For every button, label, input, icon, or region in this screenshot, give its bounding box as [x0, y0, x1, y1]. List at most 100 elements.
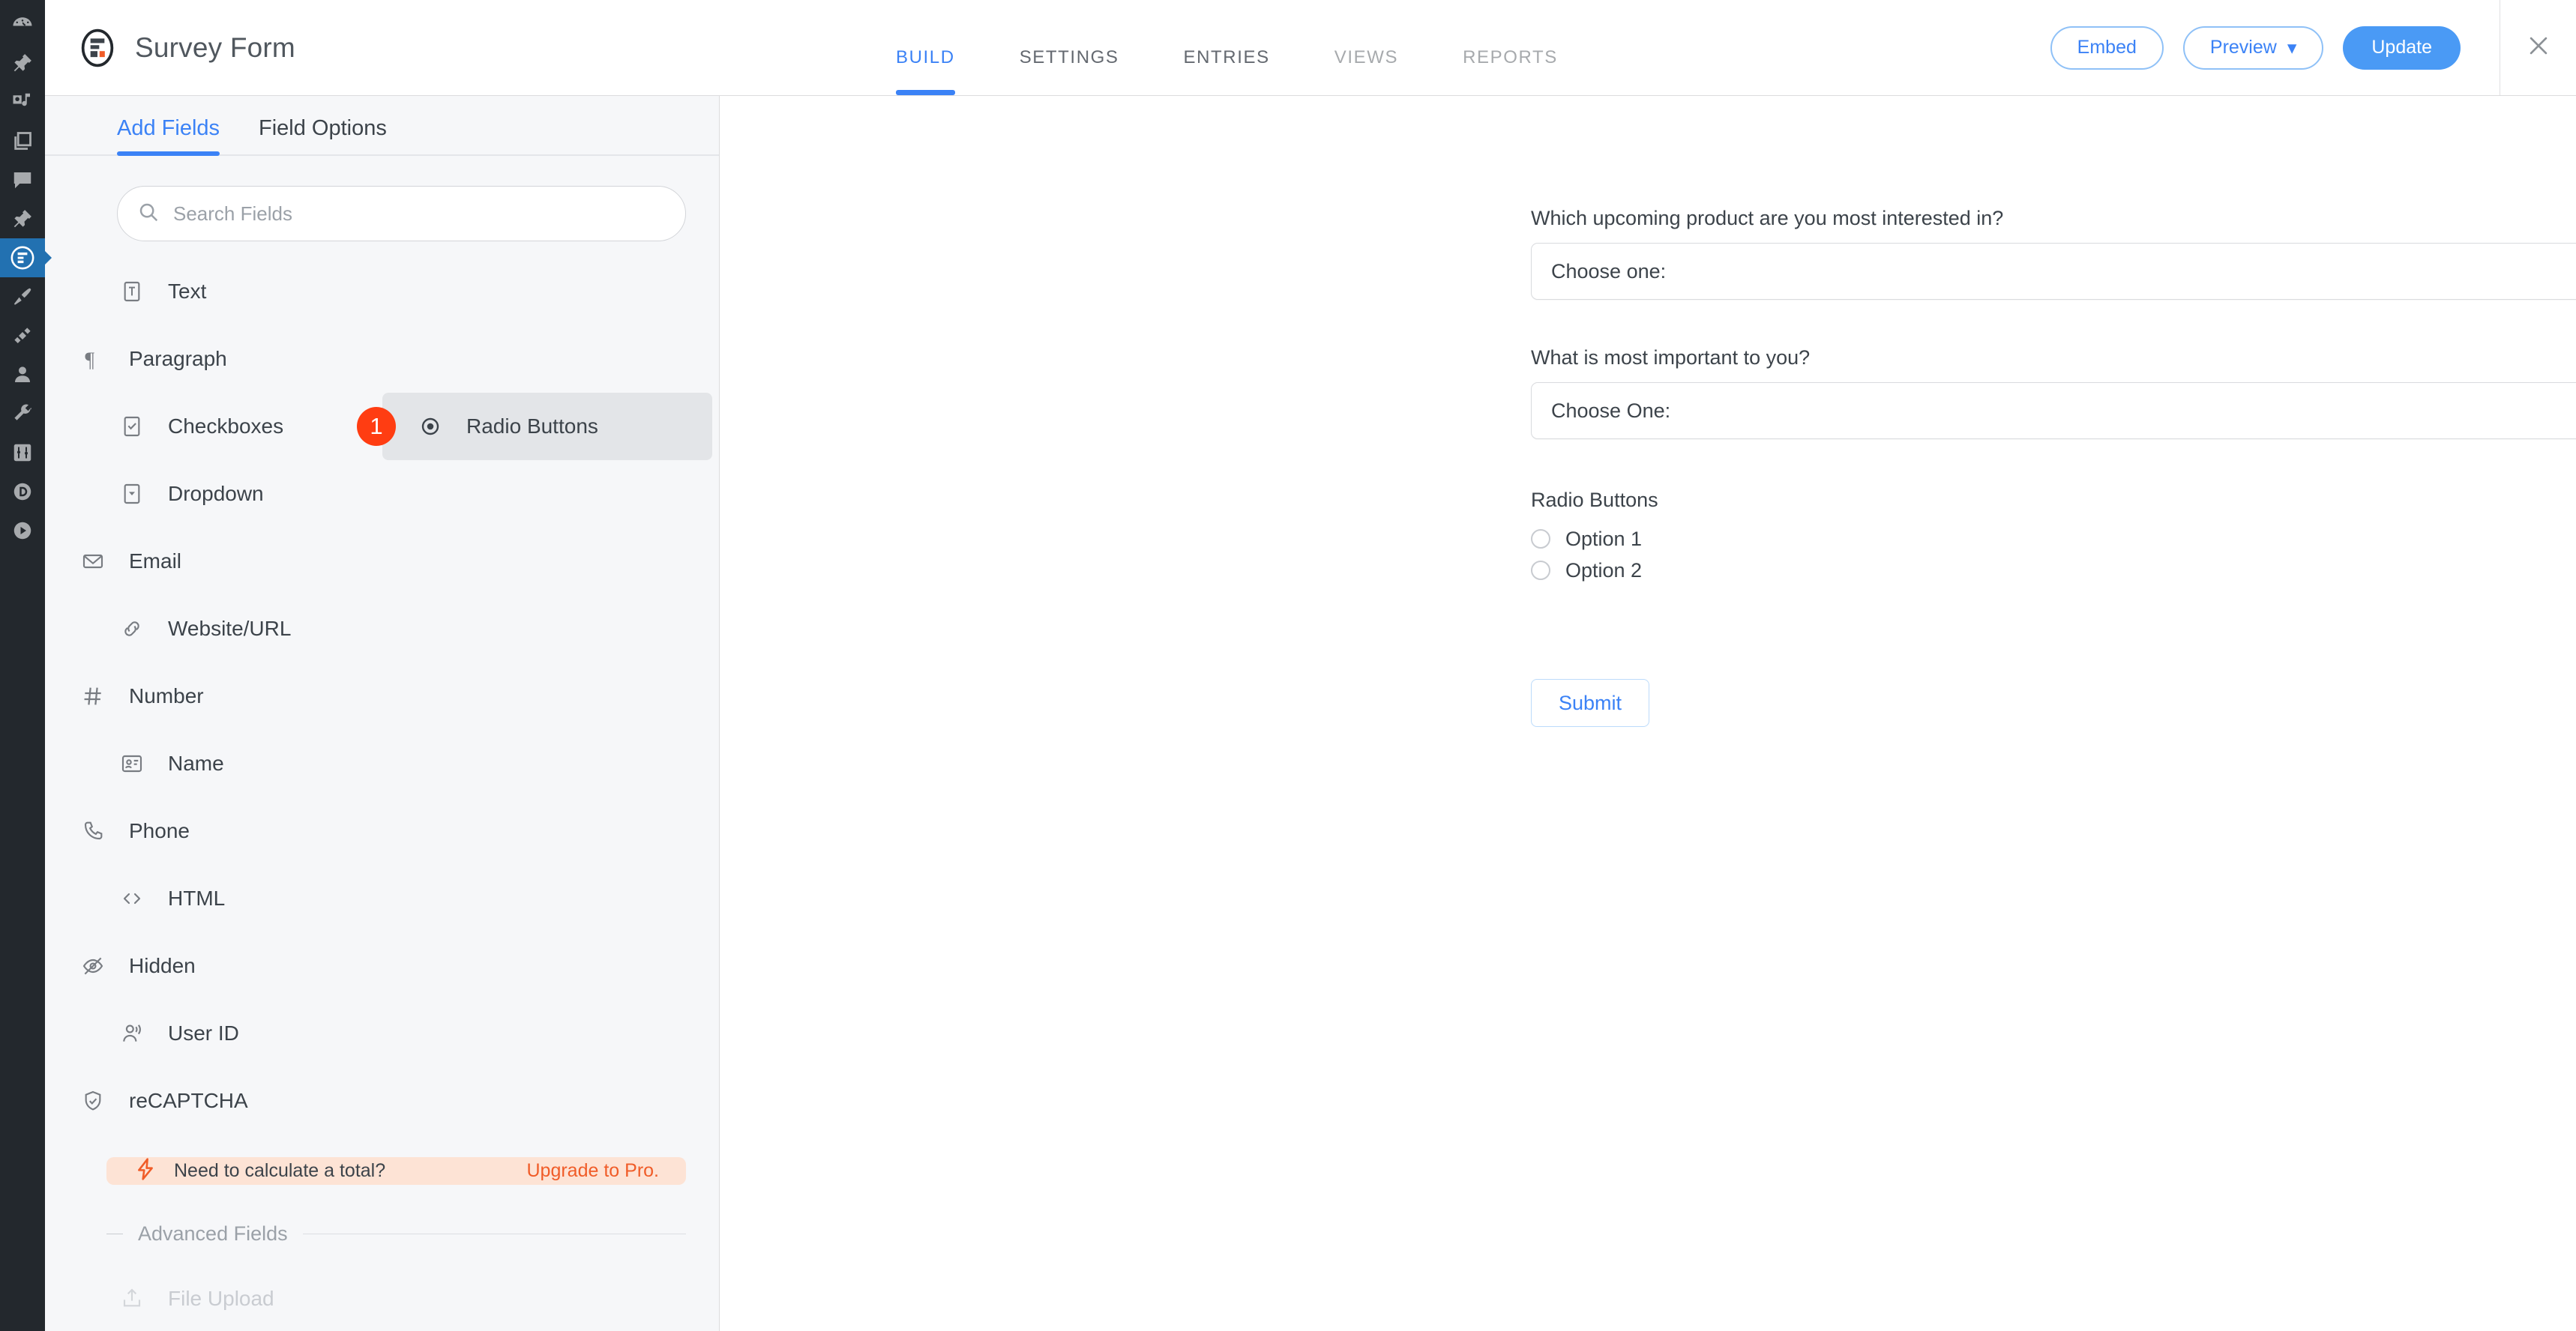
- eye-off-icon: [78, 951, 108, 981]
- field-label: Text: [168, 280, 207, 303]
- form-field-dropdown-2[interactable]: What is most important to you? Choose On…: [1531, 346, 2576, 439]
- field-gap: [1531, 439, 2576, 489]
- embed-button[interactable]: Embed: [2050, 25, 2164, 70]
- settings-sliders-icon[interactable]: [0, 433, 45, 472]
- field-label: Email: [129, 549, 182, 573]
- field-item-dropdown[interactable]: Dropdown: [45, 460, 382, 528]
- phone-icon: [78, 816, 108, 846]
- upgrade-promo-banner: Need to calculate a total? Upgrade to Pr…: [106, 1157, 686, 1185]
- field-item-website-url[interactable]: Website/URL: [45, 595, 382, 663]
- field-label: reCAPTCHA: [129, 1089, 248, 1112]
- tab-entries[interactable]: ENTRIES: [1184, 47, 1270, 95]
- wrench-icon[interactable]: [0, 394, 45, 433]
- play-icon[interactable]: [0, 511, 45, 550]
- wp-admin-rail: [0, 0, 45, 1331]
- advanced-fields-separator: Advanced Fields: [106, 1222, 686, 1246]
- shield-check-icon: [78, 1086, 108, 1116]
- field-label: Hidden: [129, 954, 196, 977]
- form-preview-pane: Which upcoming product are you most inte…: [720, 96, 2576, 1331]
- radio-option-label: Option 1: [1565, 527, 1643, 550]
- field-label: What is most important to you?: [1531, 346, 1811, 369]
- close-builder-button[interactable]: [2500, 0, 2576, 95]
- dropdown-select-1[interactable]: Choose one:: [1531, 243, 2576, 300]
- radio-option-label: Option 2: [1565, 558, 1643, 582]
- field-label: Phone: [129, 819, 190, 842]
- field-item-checkboxes[interactable]: Checkboxes: [45, 393, 382, 460]
- media-icon[interactable]: [0, 82, 45, 121]
- wpforms-logo-icon: [76, 27, 118, 69]
- field-label: Paragraph: [129, 347, 227, 370]
- dropdown-value: Choose one:: [1551, 259, 1667, 283]
- field-item-number[interactable]: Number: [45, 663, 382, 730]
- submit-gap: [1531, 586, 2576, 679]
- hash-icon: [78, 681, 108, 711]
- field-item-name[interactable]: Name: [45, 730, 382, 797]
- pin-alt-icon[interactable]: [0, 199, 45, 238]
- field-label: Checkboxes: [168, 414, 284, 438]
- paragraph-icon: ¶: [78, 344, 108, 374]
- dropdown-icon: [117, 479, 147, 509]
- radio-button-icon: [415, 411, 445, 441]
- update-button[interactable]: Update: [2343, 25, 2461, 70]
- page-title: Survey Form: [135, 31, 295, 63]
- link-icon: [117, 614, 147, 644]
- field-item-file-upload[interactable]: File Upload: [45, 1265, 382, 1331]
- field-item-user-id[interactable]: User ID: [45, 1000, 382, 1067]
- field-label: Radio Buttons: [466, 414, 598, 438]
- form-field-radio-buttons[interactable]: Radio Buttons Option 1 Option 2: [1531, 489, 2576, 586]
- comments-icon[interactable]: [0, 160, 45, 199]
- advanced-fields-label: Advanced Fields: [138, 1222, 288, 1245]
- tab-field-options[interactable]: Field Options: [259, 116, 387, 154]
- dropdown-value: Choose One:: [1551, 399, 1671, 422]
- tab-reports[interactable]: REPORTS: [1463, 47, 1558, 95]
- sidebar-item-wpforms[interactable]: [0, 238, 45, 277]
- dropdown-select-2[interactable]: Choose One:: [1531, 382, 2576, 439]
- pages-icon[interactable]: [0, 121, 45, 160]
- chevron-down-icon: ▾: [2287, 37, 2297, 58]
- search-box[interactable]: [117, 186, 686, 241]
- radio-option-1[interactable]: Option 1: [1531, 523, 2576, 555]
- field-item-paragraph[interactable]: ¶ Paragraph: [45, 325, 382, 393]
- user-id-icon: [117, 1018, 147, 1048]
- topbar-actions: Embed Preview ▾ Update: [2050, 0, 2576, 95]
- plugin-icon[interactable]: [0, 316, 45, 355]
- radio-dot-icon[interactable]: [1531, 529, 1550, 549]
- promo-text: Need to calculate a total?: [174, 1160, 386, 1181]
- code-icon: [117, 884, 147, 914]
- field-item-recaptcha[interactable]: reCAPTCHA: [45, 1067, 382, 1135]
- field-item-html[interactable]: HTML: [45, 865, 382, 932]
- svg-text:¶: ¶: [85, 349, 94, 371]
- radio-dot-icon[interactable]: [1531, 561, 1550, 580]
- checkbox-icon: [117, 411, 147, 441]
- submit-button[interactable]: Submit: [1531, 679, 1650, 727]
- field-label: HTML: [168, 887, 226, 910]
- tab-views[interactable]: VIEWS: [1334, 47, 1398, 95]
- field-item-phone[interactable]: Phone: [45, 797, 382, 865]
- field-label: File Upload: [168, 1287, 274, 1310]
- brush-icon[interactable]: [0, 277, 45, 316]
- email-icon: [78, 546, 108, 576]
- advanced-fields-grid: File Upload Rich Text Date: [45, 1246, 719, 1331]
- form-field-dropdown-1[interactable]: Which upcoming product are you most inte…: [1531, 207, 2576, 300]
- pin-icon[interactable]: [0, 43, 45, 82]
- search-input[interactable]: [173, 202, 666, 226]
- radio-option-2[interactable]: Option 2: [1531, 555, 2576, 586]
- close-icon: [2526, 33, 2551, 62]
- field-item-hidden[interactable]: Hidden: [45, 932, 382, 1000]
- tab-add-fields[interactable]: Add Fields: [117, 116, 220, 156]
- tab-settings[interactable]: SETTINGS: [1020, 47, 1119, 95]
- field-item-email[interactable]: Email: [45, 528, 382, 595]
- user-icon[interactable]: [0, 355, 45, 394]
- field-item-text[interactable]: Text: [45, 258, 382, 325]
- letter-d-icon[interactable]: [0, 472, 45, 511]
- dashboard-icon[interactable]: [0, 4, 45, 43]
- upgrade-to-pro-link[interactable]: Upgrade to Pro.: [527, 1160, 660, 1182]
- search-fields-wrap: [45, 156, 719, 241]
- preview-button-label: Preview: [2209, 37, 2277, 58]
- standard-fields-grid: Text ¶ Paragraph Checkboxes 1 Radio Butt…: [45, 241, 719, 1135]
- form-builder-app: Survey Form BUILD SETTINGS ENTRIES VIEWS…: [0, 0, 2576, 1331]
- tab-build[interactable]: BUILD: [896, 47, 955, 95]
- preview-button[interactable]: Preview ▾: [2182, 25, 2324, 70]
- field-label: Name: [168, 752, 224, 775]
- field-item-radio-buttons[interactable]: 1 Radio Buttons: [357, 393, 712, 460]
